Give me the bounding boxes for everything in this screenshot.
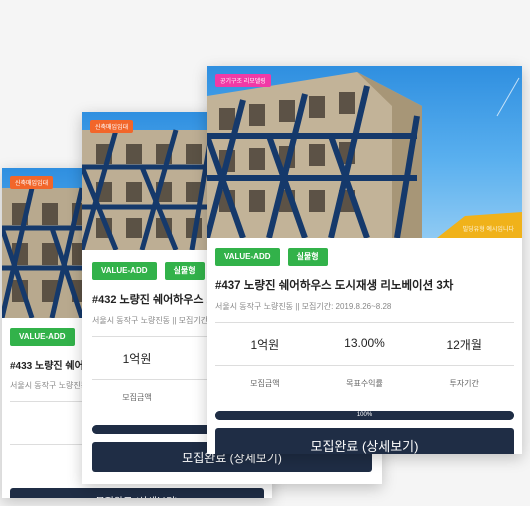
detail-button[interactable]: 모집완료 (상세보기) — [215, 428, 514, 454]
badge-value-add: VALUE-ADD — [92, 262, 157, 280]
badge-real-estate: 실물형 — [287, 248, 328, 266]
stat-amount: 1억원 — [250, 338, 280, 352]
stat-period-label: 투자기간 — [449, 379, 479, 388]
project-title: #437 노량진 쉐어하우스 도시재생 리노베이션 3차 — [215, 280, 454, 292]
stat-rate: 13.00% — [344, 336, 385, 350]
stat-amount-label: 모집금액 — [250, 379, 280, 388]
badge-value-add: VALUE-ADD — [10, 328, 75, 346]
project-subtitle: 서울시 동작구 노량진동 || 모집기간: 2019.8.26~8.28 — [215, 302, 392, 311]
status-tag: 신축매입임대 — [90, 120, 134, 133]
progress-text: 100% — [356, 412, 373, 418]
detail-button[interactable]: 모집완료 (상세보기) — [10, 488, 264, 498]
status-tag: 공기구조 리모델링 — [215, 74, 271, 87]
progress-bar: 100% — [215, 411, 514, 420]
stat-rate-label: 목표수익률 — [346, 379, 383, 388]
badge-real-estate: 실물형 — [164, 262, 205, 280]
photo-caption: 빌딩유형 예시입니다 — [462, 227, 514, 233]
stat-amount: 1억원 — [122, 352, 152, 366]
stat-period: 12개월 — [446, 338, 482, 352]
building-scaffold-image — [207, 72, 522, 238]
badge-value-add: VALUE-ADD — [215, 248, 280, 266]
project-card-437[interactable]: 공기구조 리모델링 빌딩유형 예시입니다 VALUE-ADD 실물형 #437 … — [207, 66, 522, 454]
status-tag: 신축매입임대 — [10, 176, 54, 189]
project-photo: 공기구조 리모델링 빌딩유형 예시입니다 — [207, 66, 522, 238]
stat-amount-label: 모집금액 — [122, 393, 152, 402]
